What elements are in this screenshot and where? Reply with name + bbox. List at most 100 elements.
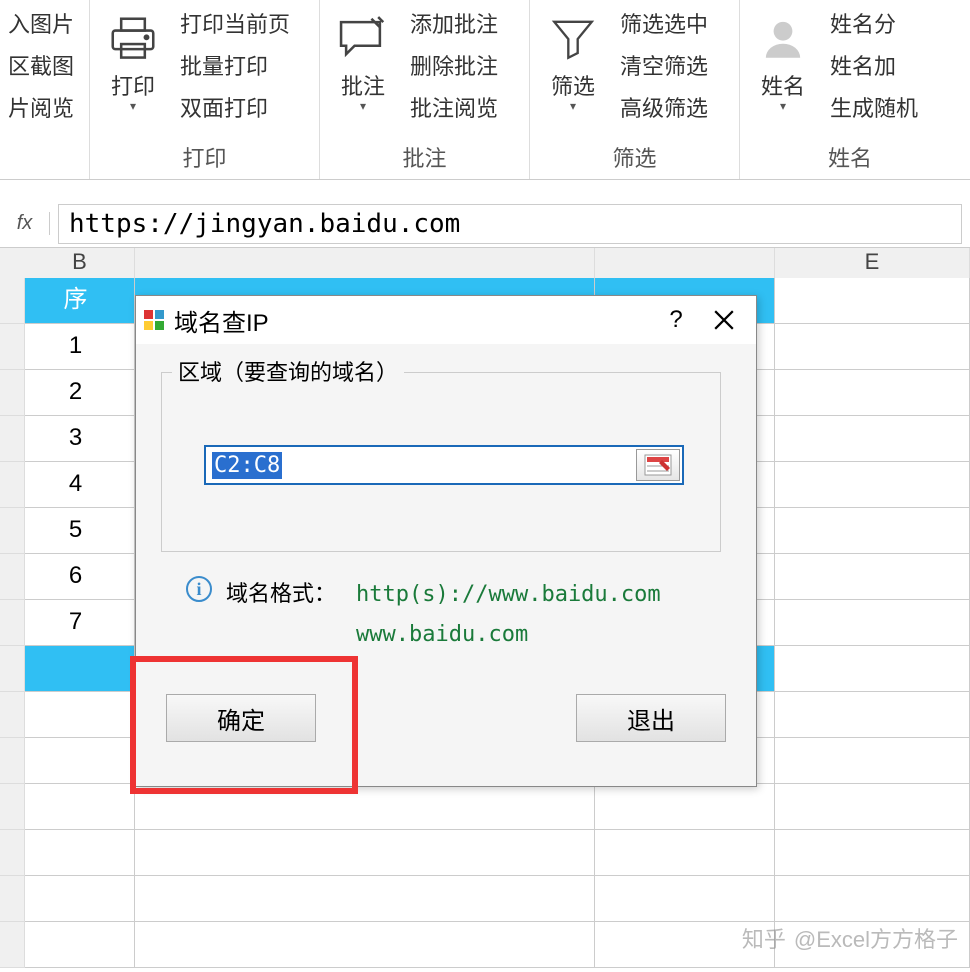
ribbon: 入图片 区截图 片阅览 打印 ▾ <box>0 0 970 180</box>
close-button[interactable] <box>700 300 748 340</box>
chevron-down-icon: ▾ <box>360 99 366 113</box>
formula-bar: fx https://jingyan.baidu.com <box>0 200 970 248</box>
ribbon-item[interactable]: 删除批注 <box>410 49 498 81</box>
ribbon-item[interactable]: 姓名分 <box>830 7 918 39</box>
ribbon-item[interactable]: 双面打印 <box>180 91 290 123</box>
header-cell[interactable]: 序 <box>25 278 135 324</box>
name-label: 姓名 <box>761 69 805 101</box>
cell[interactable]: 2 <box>25 370 135 416</box>
cell[interactable] <box>595 784 775 830</box>
cell[interactable]: 1 <box>25 324 135 370</box>
cell[interactable] <box>595 830 775 876</box>
dialog-title: 域名查IP <box>174 303 652 338</box>
cell[interactable] <box>25 784 135 830</box>
cell[interactable] <box>25 646 135 692</box>
ribbon-item[interactable]: 区截图 <box>8 49 74 81</box>
cell[interactable] <box>775 370 970 416</box>
cell[interactable] <box>775 784 970 830</box>
range-input[interactable]: C2:C8 <box>206 453 636 478</box>
ribbon-item[interactable]: 筛选选中 <box>620 7 708 39</box>
cell[interactable] <box>25 922 135 968</box>
ribbon-item[interactable]: 批注阅览 <box>410 91 498 123</box>
quit-button[interactable]: 退出 <box>576 694 726 742</box>
annotate-label: 批注 <box>341 69 385 101</box>
ribbon-item[interactable]: 生成随机 <box>830 91 918 123</box>
hint-example: http(s)://www.baidu.com <box>356 582 661 607</box>
ribbon-item[interactable]: 批量打印 <box>180 49 290 81</box>
ribbon-item[interactable]: 打印当前页 <box>180 7 290 39</box>
close-icon <box>713 309 735 331</box>
chevron-down-icon: ▾ <box>780 99 786 113</box>
domain-lookup-dialog: 域名查IP ? 区域（要查询的域名） C2:C8 i 域名格式： <box>135 295 757 787</box>
app-icon <box>144 310 164 330</box>
printer-icon <box>101 11 165 67</box>
cell[interactable] <box>775 554 970 600</box>
ribbon-item[interactable]: 入图片 <box>8 7 74 39</box>
col-header-d[interactable] <box>595 248 775 278</box>
hint-label: 域名格式： <box>226 576 336 608</box>
cell[interactable] <box>775 416 970 462</box>
print-button[interactable]: 打印 ▾ <box>98 5 168 113</box>
cell[interactable] <box>595 876 775 922</box>
comment-icon <box>331 11 395 67</box>
fx-label[interactable]: fx <box>0 212 50 235</box>
chevron-down-icon: ▾ <box>130 99 136 113</box>
watermark-brand: 知乎 <box>742 922 786 954</box>
cell[interactable] <box>775 692 970 738</box>
cell[interactable] <box>25 692 135 738</box>
cell[interactable] <box>775 508 970 554</box>
ribbon-item[interactable]: 高级筛选 <box>620 91 708 123</box>
info-icon: i <box>186 576 212 602</box>
fieldset-label: 区域（要查询的域名） <box>172 355 404 387</box>
annotate-button[interactable]: 批注 ▾ <box>328 5 398 113</box>
person-icon <box>751 11 815 67</box>
cell[interactable] <box>775 278 970 324</box>
watermark-author: @Excel方方格子 <box>794 922 958 954</box>
cell[interactable] <box>135 922 595 968</box>
filter-button[interactable]: 筛选 ▾ <box>538 5 608 113</box>
help-button[interactable]: ? <box>652 300 700 340</box>
cell[interactable] <box>775 830 970 876</box>
ribbon-item[interactable]: 清空筛选 <box>620 49 708 81</box>
cell[interactable] <box>775 646 970 692</box>
range-picker-button[interactable] <box>636 449 680 481</box>
hint: i 域名格式： http(s)://www.baidu.com www.baid… <box>186 576 661 647</box>
filter-label: 筛选 <box>551 69 595 101</box>
group-label-annotate: 批注 <box>328 141 521 173</box>
funnel-icon <box>541 11 605 67</box>
cell[interactable] <box>775 462 970 508</box>
cell[interactable]: 7 <box>25 600 135 646</box>
col-header-b[interactable]: B <box>25 248 135 278</box>
cell[interactable] <box>25 738 135 784</box>
range-input-wrap: C2:C8 <box>204 445 684 485</box>
col-header-c[interactable] <box>135 248 595 278</box>
cell[interactable] <box>775 600 970 646</box>
hint-example: www.baidu.com <box>356 622 661 647</box>
cell[interactable]: 6 <box>25 554 135 600</box>
col-header-e[interactable]: E <box>775 248 970 278</box>
cell[interactable] <box>775 876 970 922</box>
ribbon-item[interactable]: 姓名加 <box>830 49 918 81</box>
cell[interactable]: 5 <box>25 508 135 554</box>
print-label: 打印 <box>111 69 155 101</box>
cell[interactable] <box>775 324 970 370</box>
cell[interactable] <box>135 830 595 876</box>
name-button[interactable]: 姓名 ▾ <box>748 5 818 113</box>
cell[interactable] <box>135 784 595 830</box>
cell[interactable] <box>135 876 595 922</box>
cell[interactable]: 3 <box>25 416 135 462</box>
chevron-down-icon: ▾ <box>570 99 576 113</box>
ok-button[interactable]: 确定 <box>166 694 316 742</box>
ribbon-item[interactable]: 添加批注 <box>410 7 498 39</box>
ribbon-item[interactable]: 片阅览 <box>8 91 74 123</box>
range-picker-icon <box>644 454 672 476</box>
group-label-name: 姓名 <box>748 141 952 173</box>
cell[interactable] <box>775 738 970 784</box>
range-fieldset: 区域（要查询的域名） C2:C8 <box>161 372 721 552</box>
cell[interactable] <box>25 876 135 922</box>
cell[interactable] <box>25 830 135 876</box>
cell[interactable]: 4 <box>25 462 135 508</box>
dialog-titlebar: 域名查IP ? <box>136 296 756 344</box>
formula-input[interactable]: https://jingyan.baidu.com <box>58 204 962 244</box>
group-label-print: 打印 <box>98 141 311 173</box>
